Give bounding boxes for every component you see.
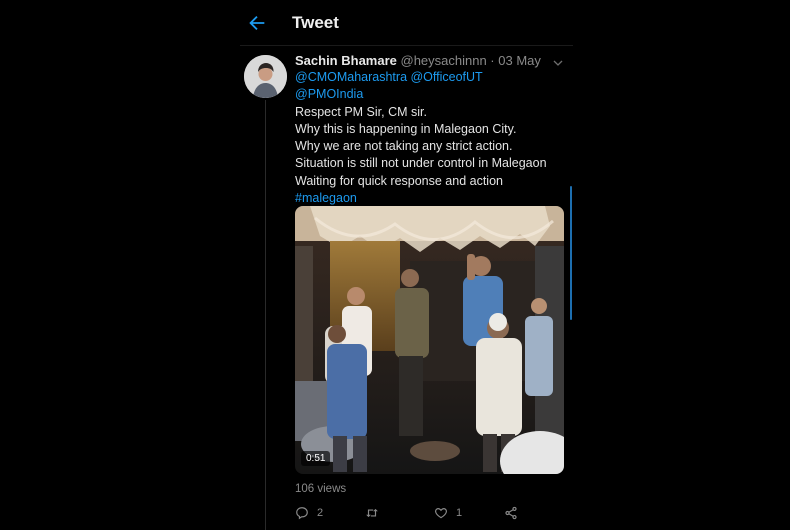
heart-icon: [435, 508, 447, 519]
tweet-header: Sachin Bhamare @heysachinnn · 03 May: [295, 53, 555, 68]
reply-icon: [296, 507, 308, 520]
chevron-down-icon: [553, 60, 563, 66]
hashtag-link[interactable]: #malegaon: [295, 190, 565, 207]
text-line: Why we are not taking any strict action.: [295, 139, 513, 154]
tweet-detail-screen: Tweet Sachin Bhamare @heysachinnn · 03 M…: [240, 0, 573, 530]
arrow-left-icon: [249, 15, 265, 31]
text-line: Respect PM Sir, CM sir.: [295, 104, 427, 119]
scrollbar[interactable]: [570, 186, 572, 320]
reply-button[interactable]: 2: [295, 505, 323, 521]
video-thumbnail: [295, 206, 564, 474]
like-button[interactable]: 1: [434, 505, 462, 521]
text-line: Why this is happening in Malegaon City.: [295, 121, 517, 136]
author-name[interactable]: Sachin Bhamare: [295, 53, 397, 68]
page-title: Tweet: [292, 13, 339, 32]
mention-links[interactable]: @CMOMaharashtra @OfficeofUT: [295, 69, 565, 86]
author-handle-date: @heysachinnn · 03 May: [400, 53, 541, 68]
text-line: Situation is still not under control in …: [295, 156, 547, 171]
reply-count: 2: [317, 507, 324, 519]
like-count: 1: [456, 507, 463, 519]
retweet-button[interactable]: [365, 505, 379, 521]
tweet-text: @CMOMaharashtra @OfficeofUT @PMOIndia Re…: [295, 69, 565, 207]
text-line: Waiting for quick response and action: [295, 173, 503, 188]
share-icon: [505, 506, 517, 520]
tweet-actions: 2 1: [295, 505, 535, 521]
retweet-icon: [366, 508, 378, 518]
video-player[interactable]: 0:51: [295, 206, 564, 474]
thread-line: [265, 100, 266, 530]
tweet-options-button[interactable]: [552, 56, 564, 68]
view-count: 106 views: [295, 483, 347, 495]
share-button[interactable]: [504, 505, 518, 521]
avatar[interactable]: [244, 55, 287, 98]
mention-link-pmo[interactable]: @PMOIndia: [295, 86, 565, 103]
top-bar: Tweet: [240, 0, 573, 46]
back-button[interactable]: [246, 12, 268, 34]
profile-photo: [244, 55, 287, 98]
video-duration: 0:51: [301, 451, 331, 466]
